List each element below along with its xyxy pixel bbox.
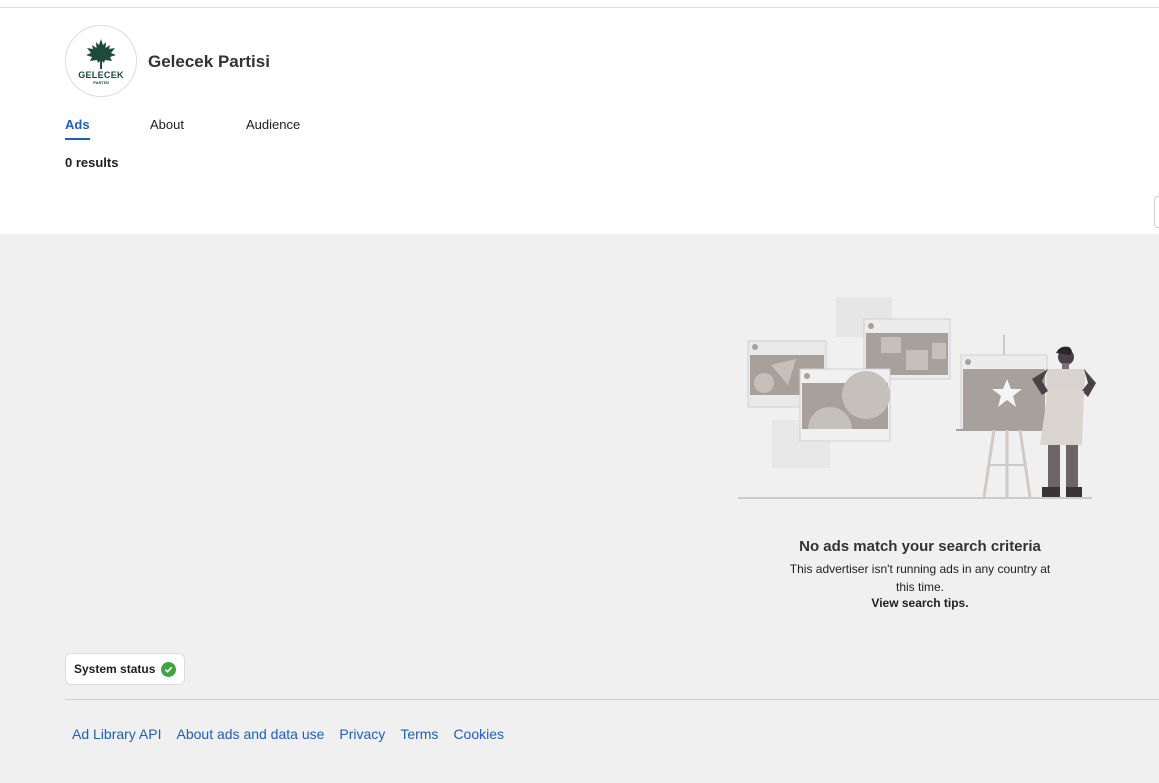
page-header: GELECEK PARTİSİ Gelecek Partisi Ads Abou… [0,8,1159,234]
avatar: GELECEK PARTİSİ [65,25,137,97]
maple-leaf-icon [86,38,116,69]
tab-about[interactable]: About [150,117,184,138]
empty-state-description: This advertiser isn't running ads in any… [789,562,1051,594]
logo-subtext: PARTİSİ [93,79,109,85]
tab-ads[interactable]: Ads [65,117,90,140]
view-search-tips-link[interactable]: View search tips. [740,596,1100,610]
footer-divider [65,699,1159,700]
privacy-link[interactable]: Privacy [339,726,385,742]
about-ads-link[interactable]: About ads and data use [177,726,325,742]
system-status-label: System status [74,662,156,676]
system-status-button[interactable]: System status [65,653,186,685]
ad-library-api-link[interactable]: Ad Library API [72,726,162,742]
top-bar [0,0,1159,8]
tab-audience[interactable]: Audience [246,117,300,138]
footer-links: Ad Library API About ads and data use Pr… [72,726,504,742]
cookies-link[interactable]: Cookies [453,726,504,742]
terms-link[interactable]: Terms [400,726,438,742]
empty-state-title: No ads match your search criteria [799,538,1041,555]
page-title: Gelecek Partisi [148,52,270,71]
woman-with-ad-boards-illustration [738,297,1096,499]
check-circle-icon [161,661,177,677]
results-count: 0 results [65,155,119,170]
side-panel-handle[interactable] [1154,196,1159,228]
logo-text: GELECEK [78,69,124,80]
